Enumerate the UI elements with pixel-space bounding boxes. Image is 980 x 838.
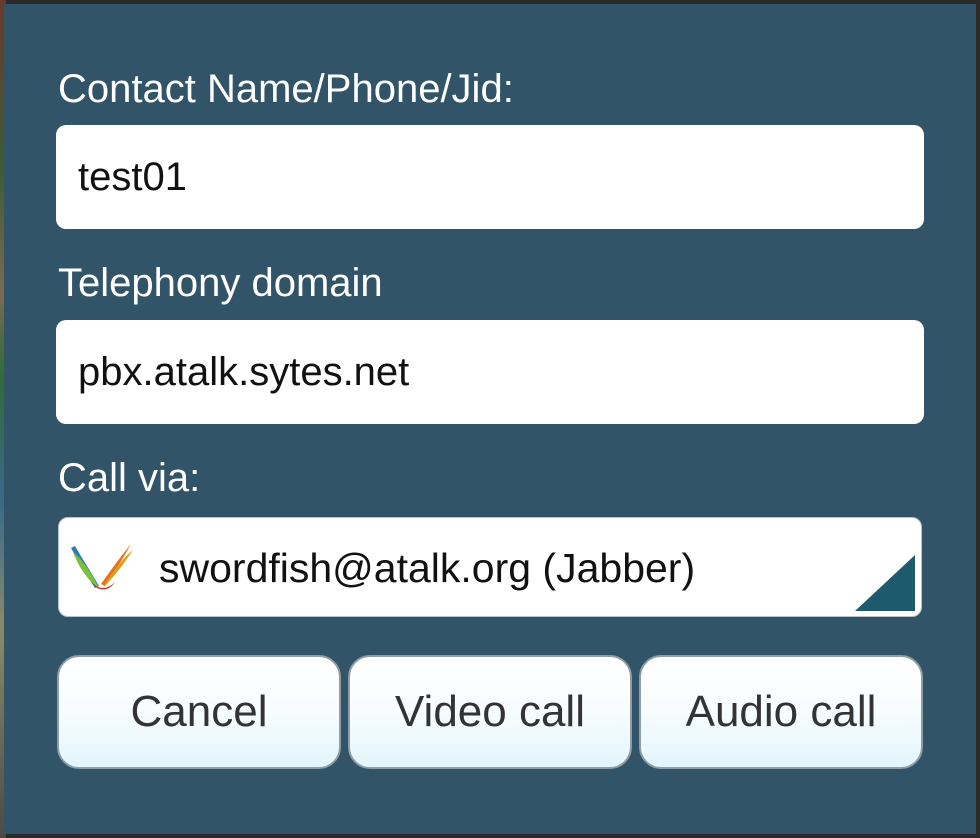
- call-via-label: Call via:: [58, 456, 201, 500]
- cancel-button[interactable]: Cancel: [57, 655, 341, 769]
- dropdown-corner-icon: [855, 555, 915, 611]
- telephony-domain-input[interactable]: pbx.atalk.sytes.net: [56, 320, 924, 424]
- telephony-domain-label: Telephony domain: [58, 261, 383, 305]
- contact-input[interactable]: test01: [56, 125, 924, 229]
- call-via-value: swordfish@atalk.org (Jabber): [159, 545, 696, 591]
- contact-label: Contact Name/Phone/Jid:: [58, 67, 514, 111]
- call-via-spinner[interactable]: swordfish@atalk.org (Jabber): [58, 517, 922, 617]
- call-dialog: Contact Name/Phone/Jid: test01 Telephony…: [4, 4, 976, 834]
- audio-call-button[interactable]: Audio call: [639, 655, 923, 769]
- jabber-logo-icon: [69, 542, 137, 596]
- video-call-button[interactable]: Video call: [348, 655, 632, 769]
